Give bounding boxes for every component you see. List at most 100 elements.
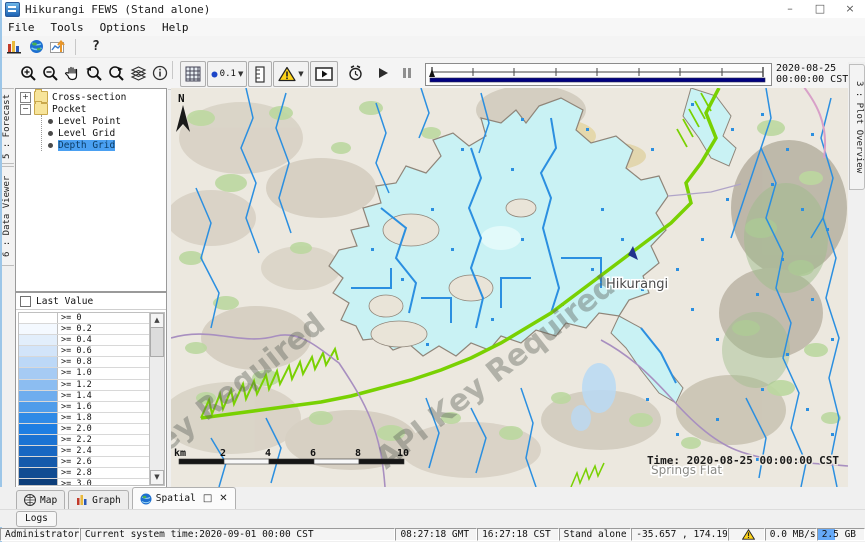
- tree-connector: [41, 115, 42, 151]
- status-warning-cell[interactable]: [728, 528, 765, 541]
- tab-close-icon[interactable]: ✕: [219, 493, 227, 504]
- tab-maximize-icon[interactable]: □: [203, 493, 212, 504]
- legend-row-label: >= 1.8: [58, 413, 92, 423]
- menu-tools[interactable]: Tools: [43, 21, 92, 34]
- scale-bar-button[interactable]: [248, 61, 272, 87]
- legend-row[interactable]: >= 0.2: [19, 324, 150, 335]
- time-slider-handle[interactable]: [429, 69, 435, 77]
- legend-row[interactable]: >= 1.2: [19, 380, 150, 391]
- logs-bar: Logs: [0, 509, 865, 527]
- info-button[interactable]: [150, 61, 170, 85]
- legend-row[interactable]: >= 0.4: [19, 335, 150, 346]
- grid-display-button[interactable]: [180, 61, 206, 87]
- layer-tree: + Cross-section − Pocket Level Point Lev…: [15, 88, 167, 292]
- zoom-out-button[interactable]: [40, 61, 60, 85]
- legend-color-swatch: [19, 402, 58, 412]
- legend-row[interactable]: >= 0.8: [19, 357, 150, 368]
- map-viewport[interactable]: API Key Required API Key Required N Hiku…: [171, 88, 848, 487]
- expand-icon[interactable]: +: [20, 92, 31, 103]
- legend-row[interactable]: >= 1.6: [19, 402, 150, 413]
- tree-item-depth-grid[interactable]: Depth Grid: [48, 139, 115, 151]
- status-system-time: Current system time:2020-09-01 00:00 CST: [80, 528, 396, 541]
- tab-spatial[interactable]: Spatial □ ✕: [132, 487, 236, 509]
- help-button[interactable]: ?: [92, 39, 100, 54]
- menu-file[interactable]: File: [0, 21, 43, 34]
- pause-button[interactable]: [398, 61, 416, 85]
- legend-row[interactable]: >= 2.4: [19, 446, 150, 457]
- legend-row[interactable]: >= 3.0: [19, 479, 150, 486]
- legend-row-label: >= 3.0: [58, 479, 92, 486]
- zoom-next-button[interactable]: [106, 61, 126, 85]
- legend-row[interactable]: >= 0.6: [19, 346, 150, 357]
- time-slider[interactable]: [425, 63, 772, 86]
- tree-item-pocket[interactable]: − Pocket: [20, 103, 86, 115]
- legend-row[interactable]: >= 2.8: [19, 468, 150, 479]
- minimize-button[interactable]: –: [775, 0, 805, 18]
- data-display-icon[interactable]: [4, 38, 24, 56]
- scrollbar-thumb[interactable]: [150, 327, 164, 357]
- contour-interval-dropdown[interactable]: 0.1 ▼: [207, 61, 247, 87]
- map-display-icon[interactable]: [26, 38, 46, 56]
- animation-display-button[interactable]: [310, 61, 338, 87]
- toolbar-separator: [172, 61, 173, 79]
- folder-icon: [34, 103, 48, 115]
- tab-graph[interactable]: Graph: [68, 490, 129, 509]
- legend-row-label: >= 1.6: [58, 402, 92, 412]
- bullet-icon: [48, 143, 53, 148]
- last-value-checkbox[interactable]: [20, 296, 31, 307]
- legend-color-swatch: [19, 391, 58, 401]
- tab-map[interactable]: Map: [16, 490, 65, 509]
- clock-icon: [347, 65, 364, 82]
- scroll-up-icon[interactable]: ▲: [150, 313, 164, 328]
- collapse-icon[interactable]: −: [20, 104, 31, 115]
- scroll-down-icon[interactable]: ▼: [150, 470, 164, 485]
- legend-row[interactable]: >= 2.2: [19, 435, 150, 446]
- globe-icon: [140, 493, 152, 505]
- logs-tab[interactable]: Logs: [16, 511, 57, 527]
- zoom-previous-button[interactable]: [84, 61, 104, 85]
- zoom-previous-icon: [85, 65, 103, 82]
- legend-row-label: >= 0.6: [58, 346, 92, 356]
- legend-row[interactable]: >= 0: [19, 313, 150, 324]
- pause-icon: [402, 67, 412, 79]
- bullet-icon: [48, 131, 53, 136]
- toolbar-separator: [75, 39, 76, 55]
- tab-graph-label: Graph: [92, 495, 121, 506]
- zoom-in-button[interactable]: [18, 61, 38, 85]
- tree-item-label: Cross-section: [52, 92, 126, 103]
- legend-color-swatch: [19, 380, 58, 390]
- close-button[interactable]: ×: [835, 0, 865, 18]
- legend-scrollbar[interactable]: ▲ ▼: [149, 312, 165, 486]
- legend-color-swatch: [19, 324, 58, 334]
- svg-text:4: 4: [265, 448, 271, 459]
- pan-button[interactable]: [62, 61, 82, 85]
- main-toolbar: ?: [0, 36, 865, 57]
- dot-icon: [211, 71, 218, 78]
- status-bar: Administrator Current system time:2020-0…: [0, 527, 865, 542]
- status-memory[interactable]: 2.5 GB: [817, 528, 865, 541]
- play-button[interactable]: [374, 61, 392, 85]
- tree-item-level-point[interactable]: Level Point: [48, 115, 121, 127]
- layers-button[interactable]: [128, 61, 148, 85]
- legend-color-swatch: [19, 479, 58, 486]
- legend-row-label: >= 1.2: [58, 380, 92, 390]
- warning-triangle-icon: [278, 66, 296, 82]
- legend-row[interactable]: >= 2.6: [19, 457, 150, 468]
- tab-plot-overview[interactable]: 3 : Plot Overview: [849, 64, 865, 190]
- layers-icon: [130, 65, 147, 81]
- maximize-button[interactable]: □: [805, 0, 835, 18]
- tree-item-level-grid[interactable]: Level Grid: [48, 127, 115, 139]
- menu-options[interactable]: Options: [92, 21, 154, 34]
- warning-threshold-dropdown[interactable]: ▼: [273, 61, 309, 87]
- legend-row[interactable]: >= 1.0: [19, 368, 150, 379]
- legend-row[interactable]: >= 1.8: [19, 413, 150, 424]
- legend-row[interactable]: >= 2.0: [19, 424, 150, 435]
- status-user: Administrator: [0, 528, 80, 541]
- time-settings-button[interactable]: [344, 61, 366, 85]
- legend-row[interactable]: >= 1.4: [19, 391, 150, 402]
- spatial-display-icon[interactable]: [48, 38, 68, 56]
- menu-help[interactable]: Help: [154, 21, 197, 34]
- legend-row-label: >= 0.2: [58, 324, 92, 334]
- svg-text:8: 8: [355, 448, 361, 459]
- legend-color-swatch: [19, 413, 58, 423]
